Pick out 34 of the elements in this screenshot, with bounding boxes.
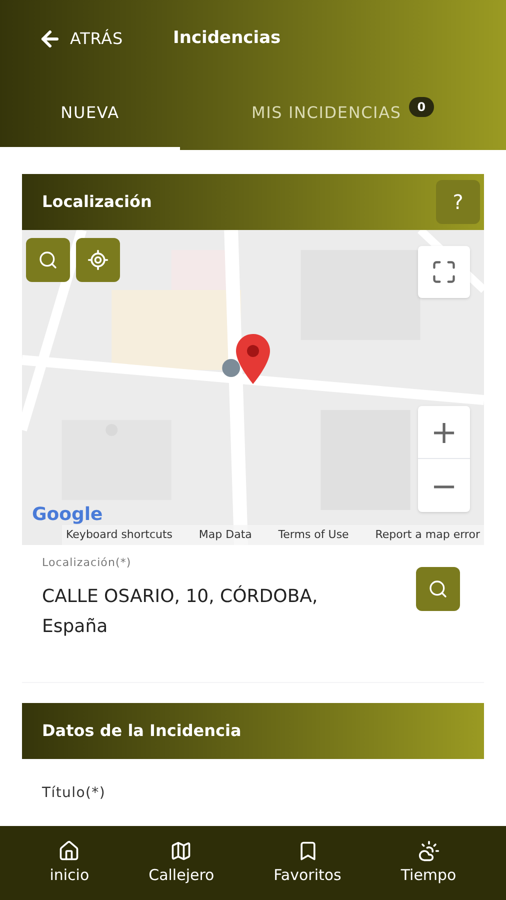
nav-item[interactable]: Tiempo xyxy=(400,840,456,886)
section-title: Datos de la Incidencia xyxy=(42,720,242,742)
nav-item[interactable]: Favoritos xyxy=(274,840,342,886)
field-label: Localización(*) xyxy=(42,555,132,571)
back-button[interactable]: ATRÁS xyxy=(38,27,124,51)
map-link[interactable]: Keyboard shortcuts xyxy=(66,526,173,544)
search-icon xyxy=(38,250,58,270)
zoom-out-button[interactable]: − xyxy=(418,459,470,512)
tab[interactable]: MIS INCIDENCIAS 0 xyxy=(180,78,506,150)
map-marker-icon xyxy=(236,334,270,384)
search-icon xyxy=(428,579,448,599)
field-label: Título(*) xyxy=(41,784,106,802)
location-field[interactable]: CALLE OSARIO, 10, CÓRDOBA, España xyxy=(42,582,372,642)
map-link[interactable]: Report a map error xyxy=(375,526,480,544)
map-link[interactable]: Map Data xyxy=(198,526,252,544)
search-button[interactable] xyxy=(416,567,460,611)
nav-item[interactable]: inicio xyxy=(50,840,90,886)
help-button[interactable]: ? xyxy=(436,180,480,224)
nav-item[interactable]: Callejero xyxy=(148,840,214,886)
count-badge: 0 xyxy=(409,96,434,116)
page-title: Incidencias xyxy=(173,27,281,50)
section-title: Localización xyxy=(42,191,152,213)
locate-button[interactable] xyxy=(76,238,120,282)
cloud-sun-icon xyxy=(418,840,440,862)
fullscreen-icon xyxy=(431,259,457,285)
home-icon xyxy=(58,840,80,862)
map-icon xyxy=(170,840,192,862)
map-link[interactable]: Terms of Use xyxy=(278,526,349,544)
search-button[interactable] xyxy=(26,238,70,282)
locate-icon xyxy=(87,249,109,271)
fullscreen-button[interactable] xyxy=(418,246,470,298)
tab[interactable]: NUEVA xyxy=(0,78,180,150)
zoom-in-button[interactable]: + xyxy=(418,406,470,459)
map-logo: Google xyxy=(32,505,103,525)
